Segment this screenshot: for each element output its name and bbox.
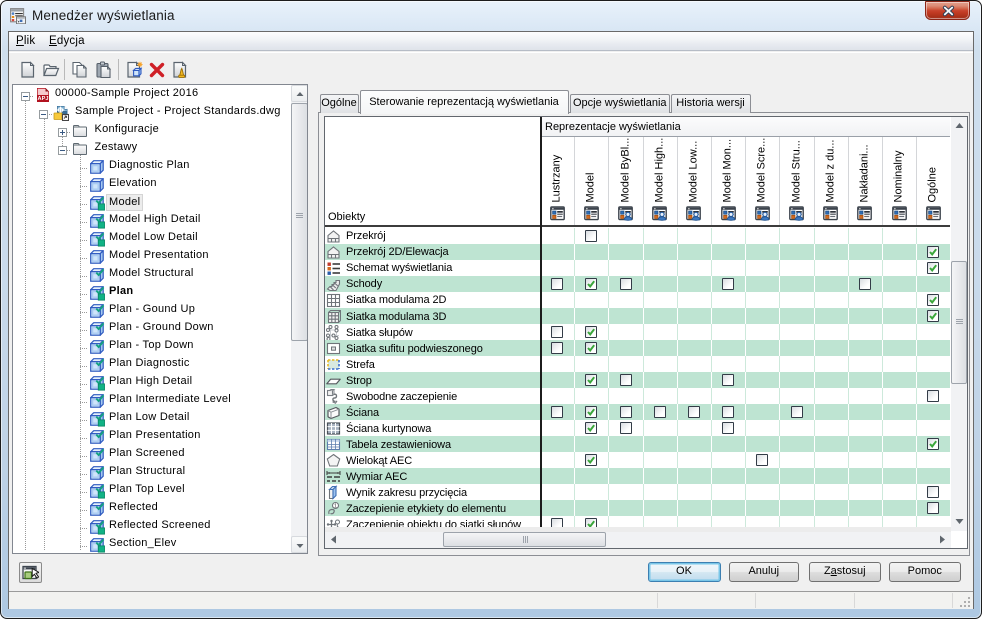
svg-text:1: 1 bbox=[334, 503, 337, 509]
